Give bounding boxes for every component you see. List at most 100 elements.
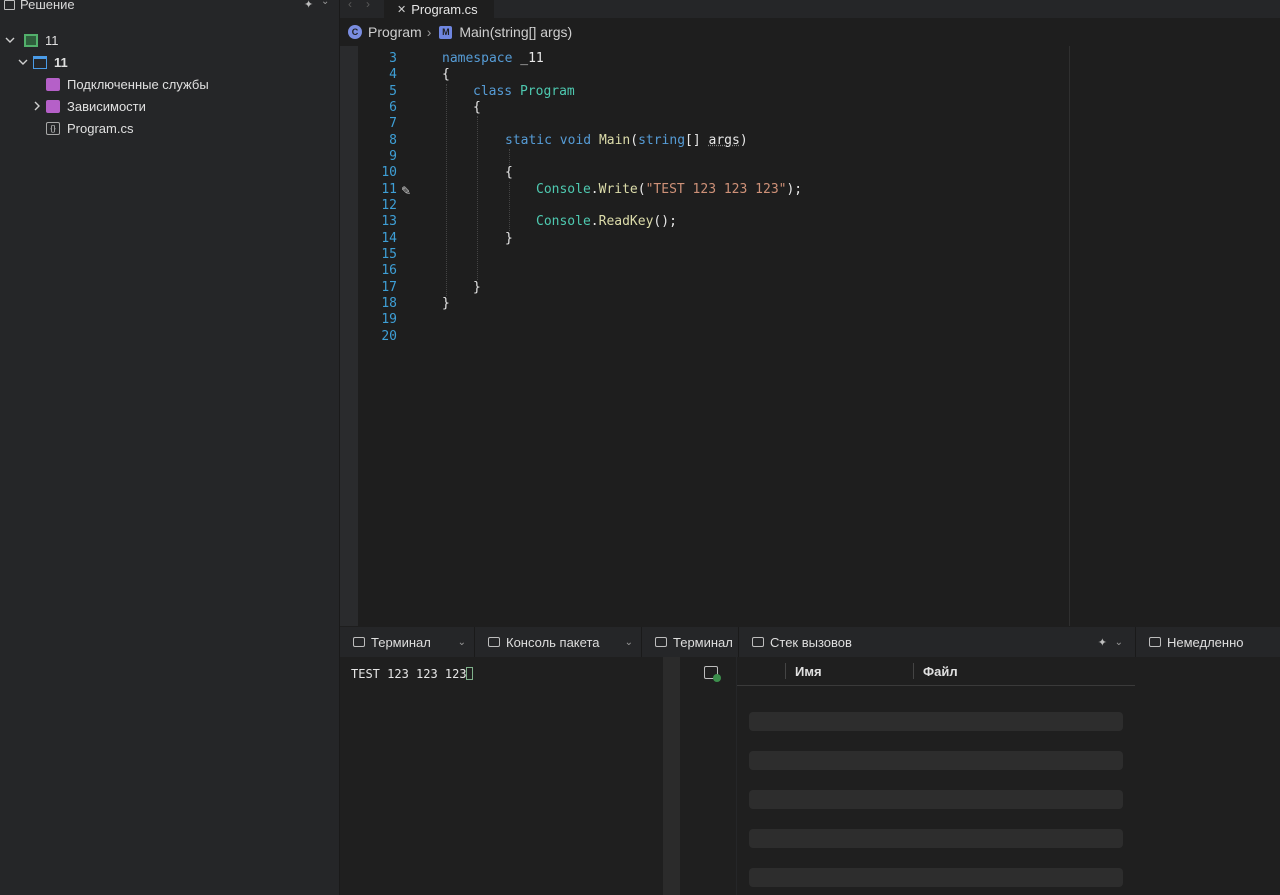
tab-package-console[interactable]: Консоль пакета ⌄ bbox=[475, 627, 642, 657]
chevron-down-icon[interactable] bbox=[4, 34, 16, 46]
tab-label: Консоль пакета bbox=[506, 634, 600, 650]
pin-icon[interactable]: ✦ bbox=[1098, 636, 1107, 649]
tab-label: Стек вызовов bbox=[770, 634, 852, 650]
terminal-icon bbox=[655, 637, 667, 647]
terminal-scrollbar[interactable] bbox=[663, 657, 680, 895]
tab-label: Терминал bbox=[371, 634, 431, 650]
pin-icon[interactable]: ✦ bbox=[304, 0, 313, 11]
code-keyword: namespace bbox=[442, 51, 513, 66]
tab-immediate[interactable]: Немедленно bbox=[1135, 627, 1280, 657]
code-line-5[interactable]: class Program bbox=[473, 84, 575, 100]
call-stack-icon bbox=[752, 637, 764, 647]
loading-placeholder-row bbox=[749, 712, 1123, 731]
line-number: 17 bbox=[381, 280, 397, 295]
code-line-10[interactable]: { bbox=[505, 165, 513, 181]
code-line-18[interactable]: } bbox=[442, 296, 450, 312]
code-line-17[interactable]: } bbox=[473, 280, 481, 296]
code-line-11[interactable]: Console.Write("TEST 123 123 123"); bbox=[536, 182, 802, 198]
line-number: 15 bbox=[381, 247, 397, 262]
column-header-file[interactable]: Файл bbox=[923, 664, 958, 679]
column-guide bbox=[1069, 46, 1070, 626]
tree-item-solution[interactable]: 11 bbox=[0, 29, 339, 51]
line-number: 8 bbox=[389, 133, 397, 148]
column-divider bbox=[913, 663, 914, 679]
pencil-cursor-icon: ✎ bbox=[401, 184, 412, 198]
indent-guide bbox=[446, 84, 447, 296]
tree-item-label: Зависимости bbox=[67, 98, 146, 114]
chevron-right-icon[interactable] bbox=[31, 100, 43, 112]
code-text: ( bbox=[637, 182, 646, 197]
code-editor[interactable] bbox=[358, 46, 1280, 626]
tab-label: Немедленно bbox=[1167, 634, 1244, 650]
line-number: 7 bbox=[389, 116, 397, 131]
code-function: ReadKey bbox=[598, 214, 654, 229]
line-number: 14 bbox=[381, 231, 397, 246]
code-line-14[interactable]: } bbox=[505, 231, 513, 247]
line-number: 19 bbox=[381, 312, 397, 327]
tab-call-stack[interactable]: Стек вызовов ✦ ⌄ bbox=[738, 627, 1135, 657]
nav-forward-icon[interactable]: › bbox=[366, 0, 370, 11]
code-text: [] bbox=[685, 133, 709, 148]
code-text: (); bbox=[653, 214, 677, 229]
tree-item-label: Подключенные службы bbox=[67, 76, 209, 92]
console-icon bbox=[488, 637, 500, 647]
close-icon[interactable]: ✕ bbox=[397, 3, 406, 16]
indent-guide bbox=[509, 182, 510, 231]
breadcrumb-item-method[interactable]: Main(string[] args) bbox=[459, 24, 572, 40]
terminal-2-area[interactable] bbox=[680, 657, 736, 895]
nav-back-icon[interactable]: ‹ bbox=[348, 0, 352, 11]
tab-terminal-2[interactable]: Терминал bbox=[642, 627, 738, 657]
loading-placeholder-row bbox=[749, 790, 1123, 809]
column-divider bbox=[785, 663, 786, 679]
code-text: ); bbox=[786, 182, 803, 197]
tree-item-dependencies[interactable]: Зависимости bbox=[0, 95, 339, 117]
chevron-down-icon[interactable]: ⌄ bbox=[321, 0, 329, 7]
code-line-6[interactable]: { bbox=[473, 100, 481, 116]
indent-guide bbox=[477, 116, 478, 280]
line-number: 4 bbox=[389, 67, 397, 82]
tree-item-connected-services[interactable]: Подключенные службы bbox=[0, 73, 339, 95]
chevron-down-icon[interactable]: ⌄ bbox=[1115, 637, 1123, 648]
chevron-down-icon[interactable]: ⌄ bbox=[458, 637, 466, 648]
connected-services-icon bbox=[46, 77, 60, 91]
call-stack-area: Имя Файл bbox=[737, 657, 1135, 895]
line-number: 13 bbox=[381, 214, 397, 229]
code-type: Console bbox=[536, 182, 591, 197]
line-number: 5 bbox=[389, 84, 397, 99]
tree-item-label: 11 bbox=[54, 54, 68, 70]
line-number: 10 bbox=[381, 165, 397, 180]
dependencies-folder-icon bbox=[46, 99, 60, 113]
tab-terminal-1[interactable]: Терминал ⌄ bbox=[340, 627, 475, 657]
immediate-window-area[interactable] bbox=[1135, 657, 1280, 895]
code-line-4[interactable]: { bbox=[442, 67, 450, 83]
new-terminal-icon[interactable] bbox=[704, 666, 721, 682]
tree-item-project[interactable]: 11 bbox=[0, 51, 339, 73]
code-line-3[interactable]: namespace _11 bbox=[442, 51, 544, 67]
csharp-file-icon: {} bbox=[46, 121, 60, 135]
breadcrumb-item-class[interactable]: Program bbox=[368, 24, 422, 40]
tab-program-cs[interactable]: ✕ Program.cs bbox=[384, 0, 494, 18]
code-text: . bbox=[590, 182, 599, 197]
solution-explorer-title: Решение bbox=[20, 0, 75, 12]
code-text: . bbox=[590, 214, 599, 229]
tab-label: Терминал bbox=[673, 634, 733, 650]
chevron-down-icon[interactable]: ⌄ bbox=[625, 637, 633, 648]
column-header-name[interactable]: Имя bbox=[795, 664, 822, 679]
tab-label: Program.cs bbox=[411, 1, 478, 17]
line-number: 9 bbox=[389, 149, 397, 164]
terminal-output-area[interactable]: TEST 123 123 123 bbox=[340, 657, 663, 895]
tree-item-program-cs[interactable]: {} Program.cs bbox=[0, 117, 339, 139]
project-icon bbox=[33, 55, 47, 69]
terminal-icon bbox=[353, 637, 365, 647]
code-line-13[interactable]: Console.ReadKey(); bbox=[536, 214, 677, 230]
class-icon: C bbox=[348, 25, 362, 39]
line-number: 11 bbox=[381, 182, 397, 197]
code-function: Main bbox=[598, 133, 631, 148]
code-keyword: class bbox=[473, 84, 513, 99]
chevron-down-icon[interactable] bbox=[17, 56, 29, 68]
code-line-8[interactable]: static void Main(string[] args) bbox=[505, 133, 748, 149]
tree-item-label: 11 bbox=[45, 32, 59, 48]
code-parameter: args bbox=[708, 133, 740, 148]
immediate-icon bbox=[1149, 637, 1161, 647]
line-number: 16 bbox=[381, 263, 397, 278]
